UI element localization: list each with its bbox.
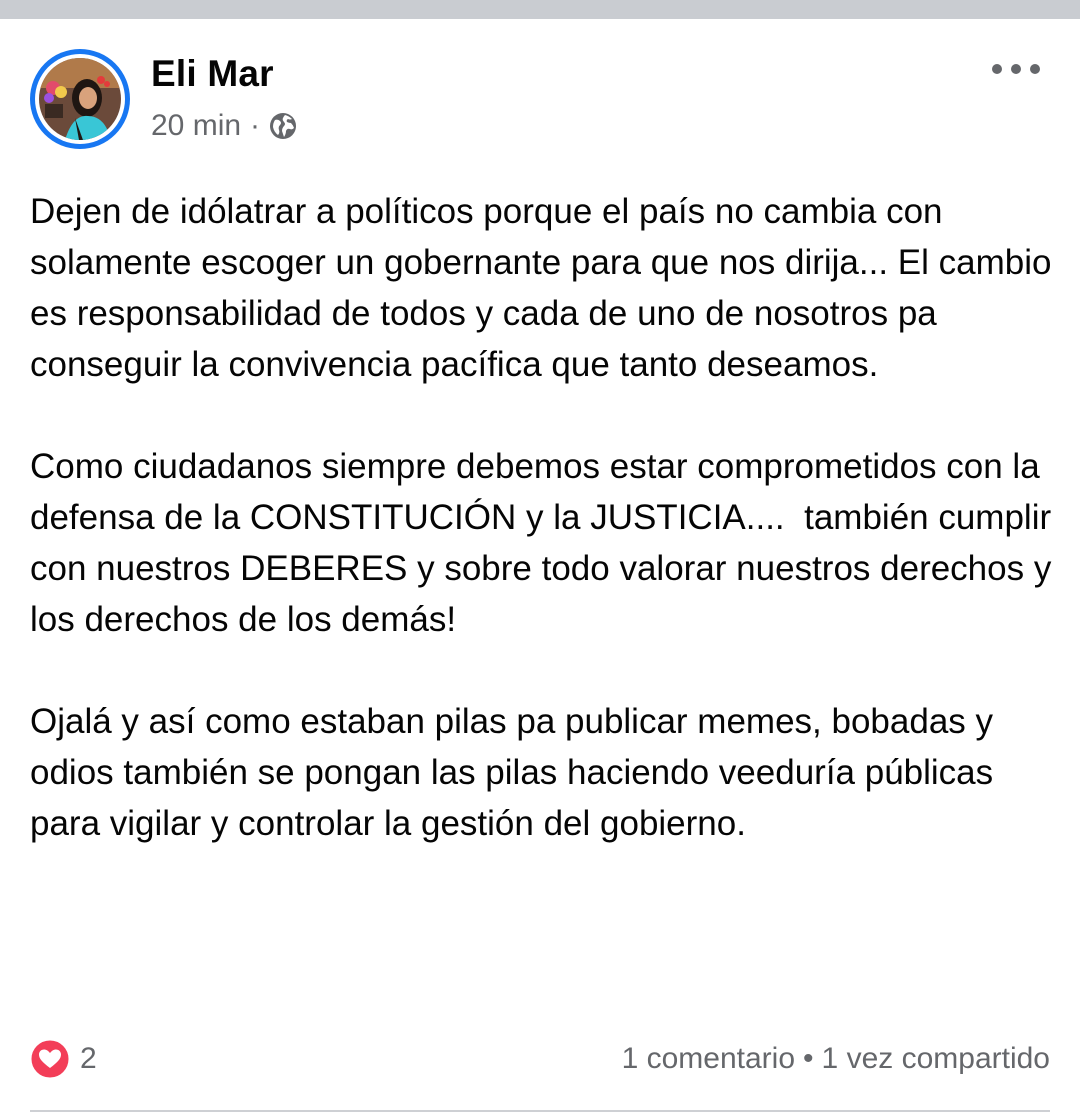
profile-photo-image <box>39 58 121 140</box>
more-options-button[interactable] <box>992 53 1040 85</box>
comments-count[interactable]: 1 comentario <box>622 1042 795 1076</box>
engagement-stats: 1 comentario • 1 vez compartido <box>622 1042 1050 1076</box>
more-horizontal-icon <box>992 64 1002 74</box>
post-footer: 2 1 comentario • 1 vez compartido <box>30 1034 1050 1084</box>
love-reaction-icon <box>30 1039 70 1079</box>
post-meta: 20 min · <box>151 106 298 146</box>
footer-divider <box>30 1110 1050 1112</box>
post-header: Eli Mar 20 min · <box>0 19 1080 159</box>
author-name[interactable]: Eli Mar <box>151 52 274 96</box>
post-paragraph: Como ciudadanos siempre debemos estar co… <box>30 447 1062 639</box>
avatar[interactable] <box>30 49 130 149</box>
stats-separator: • <box>803 1042 814 1075</box>
post-paragraph: Dejen de idólatrar a políticos porque el… <box>30 192 1062 384</box>
top-strip <box>0 0 1080 19</box>
globe-icon[interactable] <box>268 111 298 141</box>
post-timestamp[interactable]: 20 min <box>151 109 241 143</box>
more-dot <box>1011 64 1021 74</box>
post-paragraph: Ojalá y así como estaban pilas pa public… <box>30 702 1003 843</box>
shares-count[interactable]: 1 vez compartido <box>822 1042 1050 1076</box>
reactions-summary[interactable]: 2 <box>30 1039 97 1079</box>
more-dot <box>1030 64 1040 74</box>
reaction-count: 2 <box>80 1042 97 1075</box>
avatar-photo <box>39 58 121 140</box>
meta-separator: · <box>250 109 261 142</box>
post-text: Dejen de idólatrar a políticos porque el… <box>30 186 1060 849</box>
